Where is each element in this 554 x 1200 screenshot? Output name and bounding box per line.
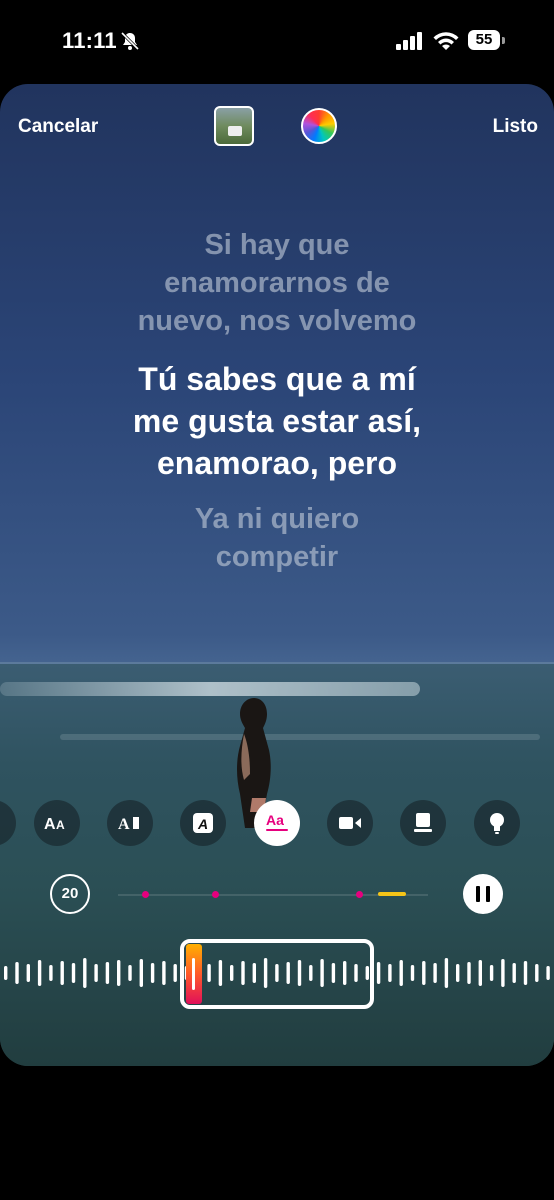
lyrics-style-button[interactable]: Aa	[254, 800, 300, 846]
cancel-button[interactable]: Cancelar	[18, 116, 98, 138]
italic-style-button[interactable]: A	[180, 800, 226, 846]
lyric-line: me gusta estar así,	[132, 403, 422, 439]
lyrics-previous: Si hay que enamorarnos de nuevo, nos vol…	[0, 226, 554, 340]
svg-text:Aa: Aa	[266, 812, 284, 828]
italic-text-icon: A	[193, 813, 213, 833]
lyrics-current: Tú sabes que a mí me gusta estar así, en…	[0, 358, 554, 484]
clip-start-handle[interactable]	[186, 944, 202, 1004]
done-button[interactable]: Listo	[493, 116, 538, 138]
silent-bell-icon	[120, 31, 140, 51]
svg-text:A: A	[118, 816, 130, 833]
battery-level: 55	[468, 30, 500, 50]
lyric-line: enamorarnos de	[164, 267, 390, 299]
lyric-line: competir	[215, 541, 339, 573]
pause-button[interactable]	[463, 874, 503, 914]
status-time: 11:11	[62, 28, 117, 53]
lightbulb-icon	[490, 813, 504, 834]
lyrics-next: Ya ni quiero competir	[0, 500, 554, 576]
lyrics-text-icon: Aa	[266, 812, 288, 831]
cellular-signal-icon	[396, 32, 422, 50]
text-style-icon: A	[118, 816, 139, 833]
cover-card-button[interactable]	[400, 800, 446, 846]
lyrics-editor-card: Cancelar Listo Si hay que enamorarnos de…	[0, 84, 554, 1066]
lyric-line: Ya ni quiero	[194, 503, 360, 535]
video-button[interactable]	[327, 800, 373, 846]
lyric-line: Tú sabes que a mí	[138, 361, 416, 397]
lightbulb-button[interactable]	[474, 800, 520, 846]
lyric-line: Si hay que	[204, 229, 350, 261]
svg-text:A: A	[44, 816, 56, 833]
status-bar: 11:11 55	[0, 0, 554, 84]
svg-text:A: A	[197, 816, 208, 832]
lyric-line: nuevo, nos volvemo	[137, 305, 417, 337]
svg-text:A: A	[56, 818, 65, 832]
wifi-icon	[433, 32, 459, 50]
current-position-marker	[378, 892, 406, 896]
clip-selection-window[interactable]	[180, 939, 374, 1009]
song-cover-thumbnail[interactable]	[214, 106, 254, 146]
text-style-button[interactable]: A	[107, 800, 153, 846]
timeline-marker	[356, 891, 363, 898]
text-size-button[interactable]: A A	[34, 800, 80, 846]
lyric-line: enamorao, pero	[156, 445, 398, 481]
video-icon	[339, 817, 361, 829]
color-picker-icon[interactable]	[301, 108, 337, 144]
battery-indicator: 55	[468, 30, 506, 52]
text-size-icon: A A	[44, 816, 65, 833]
timeline-marker	[212, 891, 219, 898]
timeline-marker	[142, 891, 149, 898]
cover-card-icon	[414, 813, 432, 832]
clip-duration-button[interactable]: 20	[50, 874, 90, 914]
